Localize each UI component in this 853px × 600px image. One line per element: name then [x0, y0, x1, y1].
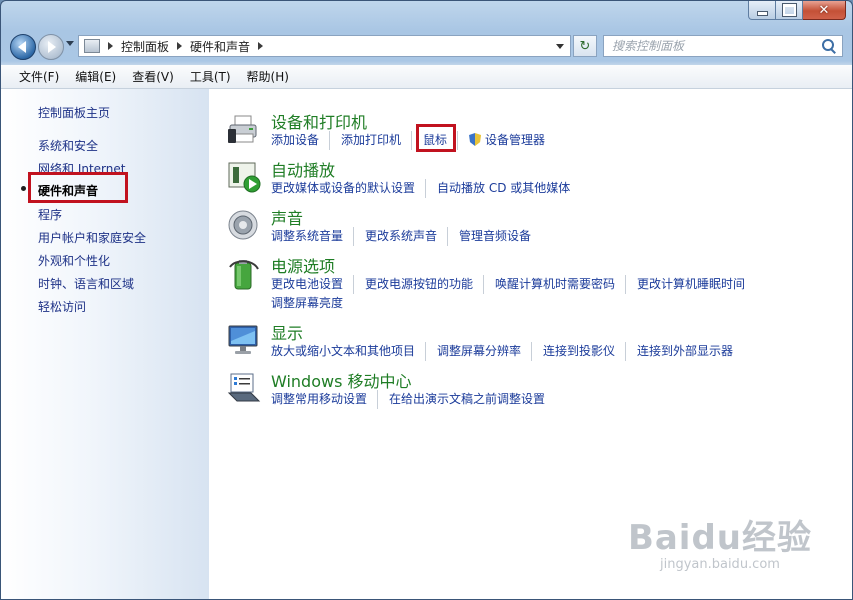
- link-screen-resolution[interactable]: 调整屏幕分辨率: [425, 342, 521, 361]
- refresh-button[interactable]: ↻: [573, 35, 597, 57]
- link-autoplay-cd[interactable]: 自动播放 CD 或其他媒体: [425, 179, 570, 198]
- link-device-manager[interactable]: 设备管理器: [485, 133, 545, 147]
- uac-shield-icon: [469, 133, 482, 146]
- link-device-manager-wrap: 设备管理器: [457, 131, 545, 150]
- menu-tools[interactable]: 工具(T): [182, 68, 239, 85]
- link-battery-settings[interactable]: 更改电池设置: [271, 275, 343, 294]
- search-box: [603, 35, 843, 57]
- main-panel: 设备和打印机 添加设备 添加打印机 鼠标 设备管理器 自动播放 更改媒体或设备的默认设…: [209, 89, 852, 599]
- baidu-logo: Baidu经验: [627, 518, 812, 558]
- maximize-button[interactable]: [776, 1, 803, 20]
- breadcrumb-arrow-icon[interactable]: [258, 42, 264, 50]
- link-sleep-time[interactable]: 更改计算机睡眠时间: [625, 275, 745, 294]
- speaker-icon: [228, 210, 258, 240]
- section-title-sound[interactable]: 声音: [271, 205, 303, 229]
- link-change-media-defaults[interactable]: 更改媒体或设备的默认设置: [271, 179, 415, 198]
- link-power-button[interactable]: 更改电源按钮的功能: [353, 275, 473, 294]
- link-add-printer[interactable]: 添加打印机: [329, 131, 401, 150]
- content-area: 控制面板主页 系统和安全 网络和 Internet 硬件和声音 程序 用户帐户和…: [1, 89, 852, 599]
- highlight-box-sidebar: [28, 172, 128, 203]
- sidebar-item-clock-language[interactable]: 时钟、语言和区域: [38, 275, 134, 292]
- section-links: 调整系统音量 更改系统声音 管理音频设备: [271, 227, 831, 246]
- link-add-device[interactable]: 添加设备: [271, 131, 319, 150]
- breadcrumb-hardware-sound[interactable]: 硬件和声音: [190, 38, 250, 55]
- sidebar-item-system-security[interactable]: 系统和安全: [38, 137, 98, 154]
- section-title-display[interactable]: 显示: [271, 320, 303, 344]
- autoplay-icon: [228, 162, 261, 193]
- monitor-icon: [228, 325, 258, 354]
- menu-view[interactable]: 查看(V): [124, 68, 182, 85]
- minimize-icon: [756, 10, 768, 16]
- section-title-devices-printers[interactable]: 设备和打印机: [271, 109, 367, 133]
- breadcrumb-arrow-icon[interactable]: [177, 42, 183, 50]
- battery-icon: [229, 260, 259, 290]
- minimize-button[interactable]: [748, 1, 776, 20]
- link-connect-projector[interactable]: 连接到投影仪: [531, 342, 615, 361]
- section-title-power-options[interactable]: 电源选项: [271, 253, 335, 277]
- refresh-icon: ↻: [579, 38, 591, 54]
- current-item-bullet: [21, 186, 26, 191]
- forward-button[interactable]: [38, 34, 64, 60]
- link-change-sounds[interactable]: 更改系统声音: [353, 227, 437, 246]
- section-title-mobility-center[interactable]: Windows 移动中心: [271, 368, 412, 392]
- close-icon: ✕: [818, 2, 830, 18]
- sidebar-item-user-accounts[interactable]: 用户帐户和家庭安全: [38, 229, 146, 246]
- link-manage-audio[interactable]: 管理音频设备: [447, 227, 531, 246]
- section-links: 调整常用移动设置 在给出演示文稿之前调整设置: [271, 390, 831, 409]
- sidebar-item-programs[interactable]: 程序: [38, 206, 62, 223]
- section-links: 更改电池设置 更改电源按钮的功能 唤醒计算机时需要密码 更改计算机睡眠时间调整屏幕亮度: [271, 275, 831, 313]
- close-button[interactable]: ✕: [803, 1, 846, 20]
- link-wake-password[interactable]: 唤醒计算机时需要密码: [483, 275, 615, 294]
- section-links: 更改媒体或设备的默认设置 自动播放 CD 或其他媒体: [271, 179, 831, 198]
- mobility-center-icon: [227, 373, 261, 402]
- menu-help[interactable]: 帮助(H): [239, 68, 297, 85]
- sidebar-item-appearance[interactable]: 外观和个性化: [38, 252, 110, 269]
- sidebar-item-ease-of-access[interactable]: 轻松访问: [38, 298, 86, 315]
- menu-file[interactable]: 文件(F): [11, 68, 67, 85]
- back-button[interactable]: [10, 34, 36, 60]
- link-mobility-settings[interactable]: 调整常用移动设置: [271, 390, 367, 409]
- section-links: 添加设备 添加打印机 鼠标 设备管理器: [271, 131, 831, 150]
- link-adjust-volume[interactable]: 调整系统音量: [271, 227, 343, 246]
- menu-bar: 文件(F) 编辑(E) 查看(V) 工具(T) 帮助(H): [1, 65, 852, 89]
- caption-buttons: ✕: [748, 1, 846, 20]
- recent-pages-dropdown[interactable]: [66, 41, 74, 46]
- control-panel-icon: [84, 39, 100, 53]
- address-bar[interactable]: 控制面板 硬件和声音: [78, 35, 571, 57]
- breadcrumb-control-panel[interactable]: 控制面板: [121, 38, 169, 55]
- control-panel-window: ✕ 控制面板 硬件和声音 ↻ 文件(F) 编辑(E) 查看(V) 工具(T) 帮…: [0, 0, 853, 600]
- section-title-autoplay[interactable]: 自动播放: [271, 157, 335, 181]
- sidebar-item-control-panel-home[interactable]: 控制面板主页: [38, 104, 110, 121]
- sidebar: 控制面板主页 系统和安全 网络和 Internet 硬件和声音 程序 用户帐户和…: [1, 89, 209, 599]
- watermark-url: jingyan.baidu.com: [659, 557, 780, 572]
- section-links: 放大或缩小文本和其他项目 调整屏幕分辨率 连接到投影仪 连接到外部显示器: [271, 342, 831, 361]
- maximize-icon: [781, 3, 797, 17]
- link-text-size[interactable]: 放大或缩小文本和其他项目: [271, 342, 415, 361]
- search-input[interactable]: [604, 36, 821, 56]
- link-screen-brightness[interactable]: 调整屏幕亮度: [271, 294, 343, 313]
- navigation-bar: 控制面板 硬件和声音 ↻: [1, 32, 852, 62]
- watermark: Baidu经验 jingyan.baidu.com: [628, 510, 812, 572]
- breadcrumb-arrow-icon[interactable]: [108, 42, 113, 50]
- back-arrow-icon: [18, 41, 26, 53]
- forward-arrow-icon: [48, 41, 56, 53]
- search-icon[interactable]: [821, 38, 837, 54]
- printer-icon: [228, 115, 257, 143]
- menu-edit[interactable]: 编辑(E): [67, 68, 124, 85]
- link-presentation-settings[interactable]: 在给出演示文稿之前调整设置: [377, 390, 545, 409]
- address-dropdown-icon[interactable]: [556, 44, 564, 49]
- link-external-display[interactable]: 连接到外部显示器: [625, 342, 733, 361]
- highlight-box-mouse: [416, 124, 456, 152]
